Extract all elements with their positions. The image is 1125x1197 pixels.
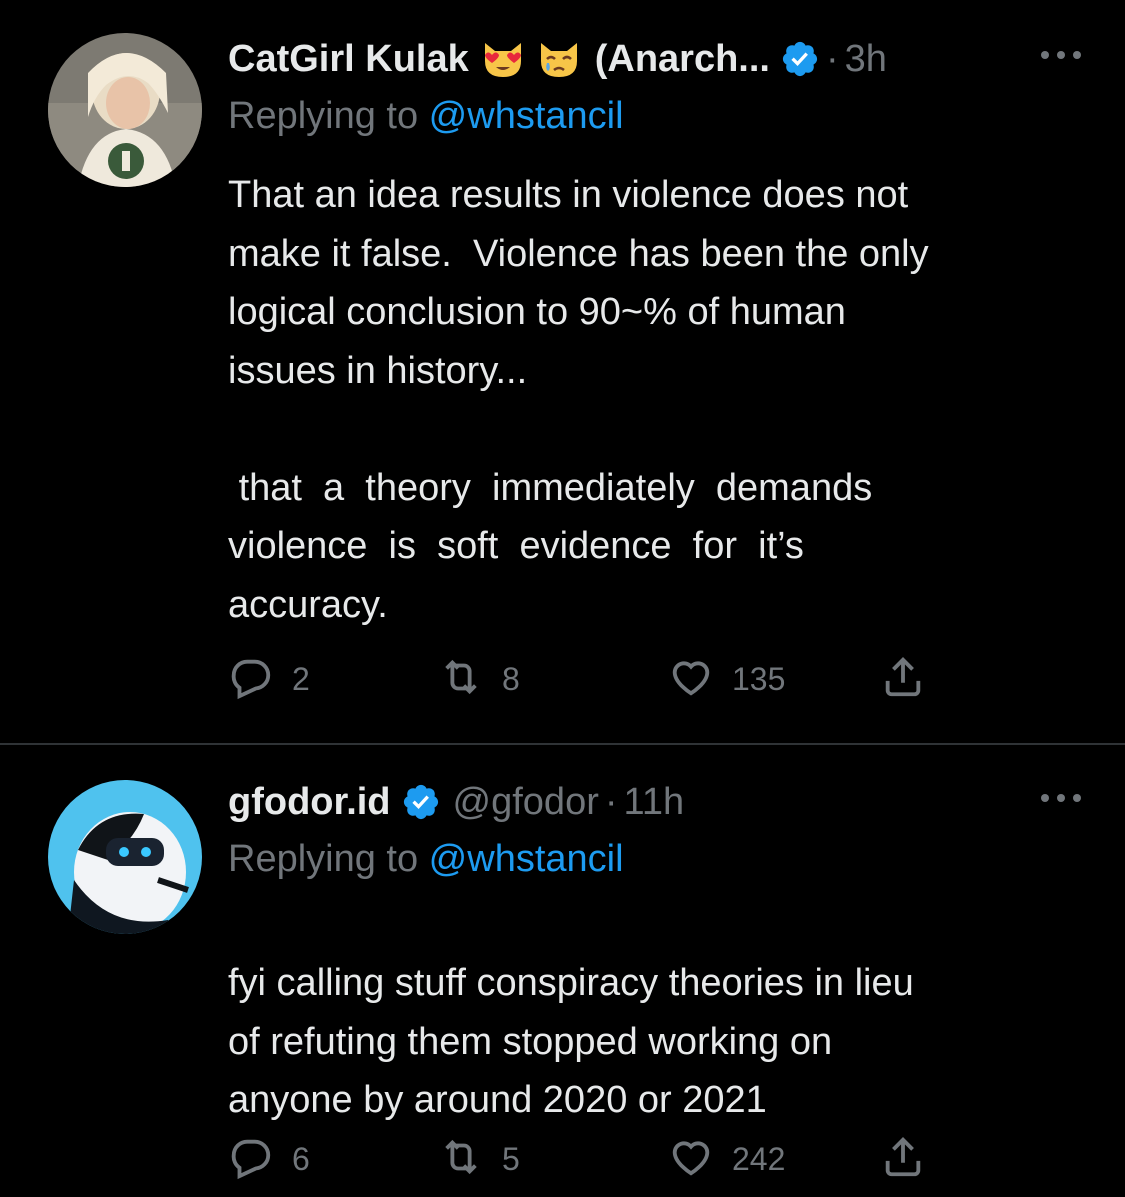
display-name[interactable]: gfodor.id [228, 781, 391, 824]
share-button[interactable] [880, 1134, 926, 1184]
replying-to-link[interactable]: @whstancil [429, 838, 624, 880]
timestamp[interactable]: 11h [624, 781, 685, 824]
handle[interactable]: @gfodor [453, 781, 599, 824]
like-button[interactable]: 242 [668, 1134, 785, 1184]
reply-count: 2 [292, 660, 310, 697]
display-name[interactable]: CatGirl Kulak [228, 38, 469, 81]
more-icon[interactable] [1037, 786, 1085, 810]
like-count: 242 [732, 1140, 786, 1177]
timestamp[interactable]: 3h [845, 38, 887, 81]
avatar[interactable] [48, 33, 202, 187]
reply-icon [228, 1134, 274, 1185]
retweet-button[interactable]: 5 [438, 1134, 520, 1184]
more-icon[interactable] [1037, 43, 1085, 67]
crying-cat-emoji [537, 37, 581, 81]
action-bar: 2 8 135 [228, 654, 948, 704]
replying-to-link[interactable]: @whstancil [429, 95, 624, 137]
share-icon [880, 1134, 926, 1185]
replying-to: Replying to @whstancil [228, 838, 624, 880]
verified-badge-icon [401, 782, 441, 822]
reply-button[interactable]: 6 [228, 1134, 310, 1184]
avatar[interactable] [48, 780, 202, 934]
reply-icon [228, 654, 274, 705]
replying-to: Replying to @whstancil [228, 95, 624, 137]
share-button[interactable] [880, 654, 926, 704]
retweet-icon [438, 1134, 484, 1185]
tweet-text: fyi calling stuff conspiracy theories in… [228, 962, 914, 1121]
heart-icon [668, 1134, 714, 1185]
retweet-button[interactable]: 8 [438, 654, 520, 704]
heart-eyes-cat-emoji [481, 37, 525, 81]
retweet-count: 5 [502, 1140, 520, 1177]
reply-button[interactable]: 2 [228, 654, 310, 704]
heart-icon [668, 654, 714, 705]
retweet-count: 8 [502, 660, 520, 697]
tweet[interactable]: CatGirl Kulak (Anarch... · 3h Replying t… [0, 0, 1125, 744]
reply-count: 6 [292, 1140, 310, 1177]
verified-badge-icon [780, 39, 820, 79]
like-button[interactable]: 135 [668, 654, 785, 704]
tweet-text: That an idea results in violence does no… [228, 174, 929, 626]
display-name-suffix[interactable]: (Anarch... [595, 38, 770, 81]
action-bar: 6 5 242 [228, 1134, 948, 1184]
retweet-icon [438, 654, 484, 705]
like-count: 135 [732, 660, 786, 697]
tweet[interactable]: gfodor.id @gfodor · 11h Replying to @whs… [0, 744, 1125, 1197]
share-icon [880, 654, 926, 705]
